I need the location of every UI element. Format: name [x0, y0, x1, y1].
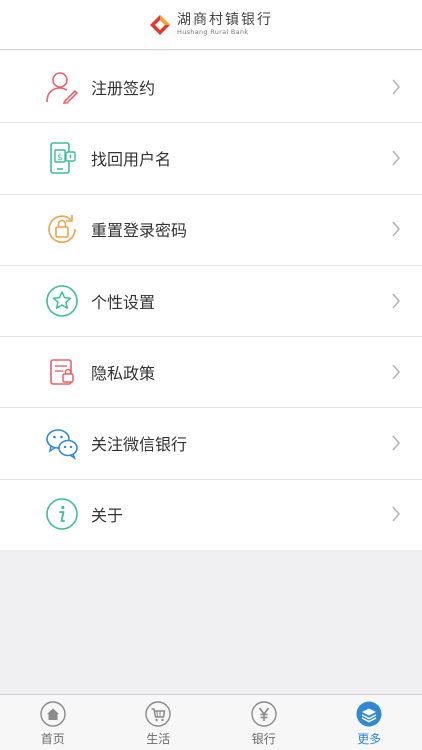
- tab-label: 首页: [40, 732, 65, 746]
- tab-home[interactable]: 首页: [0, 695, 106, 750]
- menu-item-label: 隐私政策: [91, 363, 156, 383]
- more-menu-list: 注册签约 $ 找回用户名 重置登录密码 个性设置 隐私政策 关注微信银行 关于: [0, 51, 422, 551]
- phone-recover-icon: $: [50, 142, 76, 174]
- brand-name-en: Hushang Rural Bank: [177, 28, 249, 37]
- tab-bank[interactable]: 银行: [211, 695, 317, 750]
- register-user-icon: [46, 71, 79, 104]
- menu-item-reset-password[interactable]: 重置登录密码: [0, 193, 422, 265]
- layers-icon: [356, 701, 382, 727]
- chevron-right-icon: [392, 221, 401, 237]
- chevron-right-icon: [392, 79, 401, 95]
- lock-reset-icon: [48, 215, 76, 244]
- chevron-right-icon: [392, 364, 401, 380]
- menu-item-about[interactable]: 关于: [0, 478, 422, 550]
- chevron-right-icon: [392, 293, 401, 309]
- star-icon: [46, 284, 78, 317]
- privacy-document-icon: [50, 359, 74, 385]
- menu-item-label: 关于: [91, 506, 124, 526]
- tab-label: 更多: [357, 732, 382, 746]
- tab-label: 银行: [251, 732, 276, 746]
- chevron-right-icon: [392, 506, 401, 522]
- app-header: 湖商村镇银行 Hushang Rural Bank: [0, 0, 422, 50]
- menu-item-label: 找回用户名: [91, 149, 172, 169]
- menu-item-follow-wechat[interactable]: 关注微信银行: [0, 407, 422, 478]
- info-icon: [46, 498, 78, 531]
- chevron-right-icon: [392, 150, 401, 166]
- tab-life[interactable]: 生活: [106, 695, 212, 750]
- bank-logo-icon: [150, 14, 170, 35]
- brand-name-cn: 湖商村镇银行: [177, 12, 273, 29]
- tab-label: 生活: [146, 732, 171, 746]
- chevron-right-icon: [392, 435, 401, 451]
- cart-icon: [145, 701, 171, 727]
- yen-icon: [251, 701, 277, 727]
- bank-brand: 湖商村镇银行 Hushang Rural Bank: [149, 13, 273, 36]
- wechat-icon: [46, 429, 78, 461]
- svg-text:$: $: [57, 153, 63, 163]
- home-icon: [40, 701, 66, 727]
- menu-item-privacy-policy[interactable]: 隐私政策: [0, 336, 422, 407]
- menu-item-label: 关注微信银行: [91, 435, 188, 455]
- menu-item-recover-username[interactable]: $ 找回用户名: [0, 122, 422, 193]
- menu-item-label: 个性设置: [91, 292, 156, 312]
- menu-item-personal-settings[interactable]: 个性设置: [0, 264, 422, 336]
- menu-item-register[interactable]: 注册签约: [0, 51, 422, 122]
- tab-more[interactable]: 更多: [317, 695, 422, 750]
- menu-item-label: 注册签约: [91, 78, 156, 98]
- bottom-tab-bar: 首页 生活 银行 更多: [0, 694, 422, 750]
- menu-item-label: 重置登录密码: [91, 221, 188, 241]
